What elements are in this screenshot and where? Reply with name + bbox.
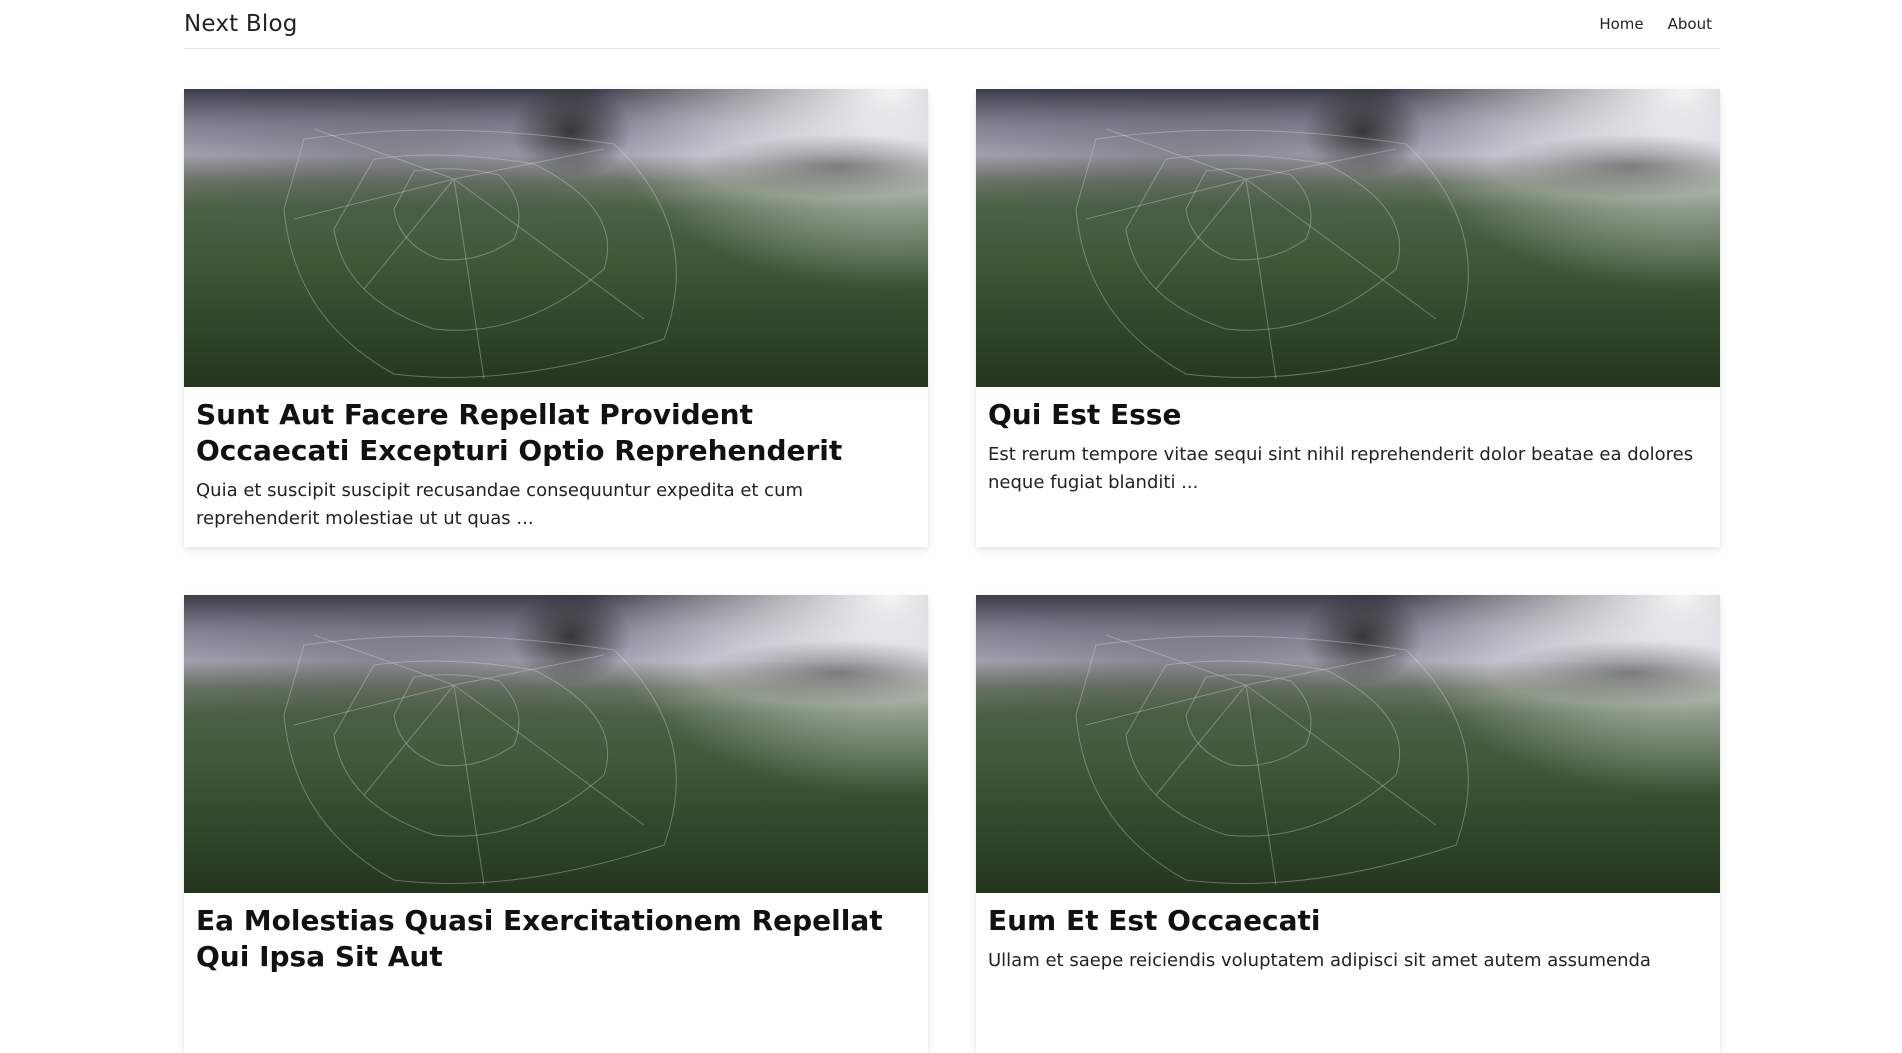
post-title[interactable]: Eum Et Est Occaecati [988,903,1708,939]
post-card-body: Ea Molestias Quasi Exercitationem Repell… [184,893,928,975]
spider-web-graphic [1075,128,1469,380]
site-header: Next Blog Home About [184,0,1720,49]
main-nav: Home About [1599,15,1720,33]
post-card[interactable]: Sunt Aut Facere Repellat Provident Occae… [184,89,928,547]
nav-about-link[interactable]: About [1668,15,1712,33]
post-cover-image[interactable] [976,89,1720,387]
post-card-body: Sunt Aut Facere Repellat Provident Occae… [184,387,928,533]
post-cover-image[interactable] [976,595,1720,893]
post-card[interactable]: Ea Molestias Quasi Exercitationem Repell… [184,595,928,1053]
nav-home-link[interactable]: Home [1599,15,1643,33]
post-card-body: Eum Et Est Occaecati Ullam et saepe reic… [976,893,1720,975]
post-card-body: Qui Est Esse Est rerum tempore vitae seq… [976,387,1720,497]
spider-web-graphic [1075,634,1469,886]
post-grid: Sunt Aut Facere Repellat Provident Occae… [184,89,1720,1053]
post-card[interactable]: Qui Est Esse Est rerum tempore vitae seq… [976,89,1720,547]
spider-web-graphic [283,634,677,886]
post-cover-image[interactable] [184,595,928,893]
site-brand[interactable]: Next Blog [184,11,298,37]
spider-web-graphic [283,128,677,380]
post-title[interactable]: Qui Est Esse [988,397,1708,433]
post-card[interactable]: Eum Et Est Occaecati Ullam et saepe reic… [976,595,1720,1053]
post-excerpt: Est rerum tempore vitae sequi sint nihil… [988,444,1694,493]
post-title[interactable]: Ea Molestias Quasi Exercitationem Repell… [196,903,916,975]
post-excerpt: Ullam et saepe reiciendis voluptatem adi… [988,950,1651,971]
post-cover-image[interactable] [184,89,928,387]
post-excerpt: Quia et suscipit suscipit recusandae con… [196,480,804,529]
post-title[interactable]: Sunt Aut Facere Repellat Provident Occae… [196,397,916,469]
